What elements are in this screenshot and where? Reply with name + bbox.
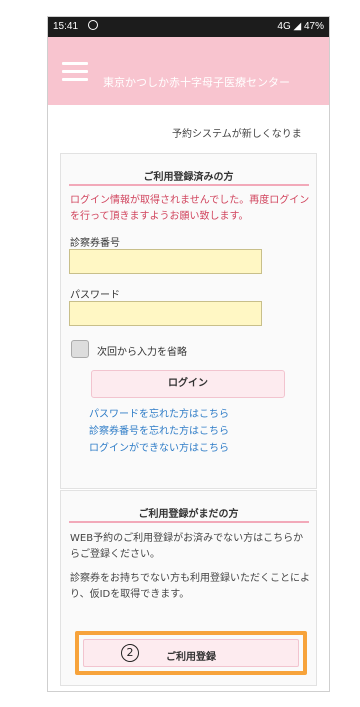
app-header: 東京かつしか赤十字母子医療センター — [48, 37, 329, 105]
login-card-title: ご利用登録済みの方 — [143, 172, 234, 183]
cannot-login-link[interactable]: ログインができない方はこちら — [89, 439, 229, 454]
status-time: 15:41 — [53, 21, 79, 32]
patient-id-label: 診察券番号 — [70, 238, 120, 249]
forgot-id-link[interactable]: 診察券番号を忘れた方はこちら — [89, 422, 229, 437]
menu-icon[interactable] — [62, 62, 88, 82]
login-button[interactable]: ログイン — [91, 370, 285, 398]
password-label: パスワード — [70, 290, 120, 301]
forgot-password-link[interactable]: パスワードを忘れた方はこちら — [89, 405, 229, 420]
site-title[interactable]: 東京かつしか赤十字母子医療センター — [103, 74, 290, 90]
register-card-title: ご利用登録がまだの方 — [138, 509, 239, 520]
sync-icon — [88, 20, 98, 30]
register-button[interactable]: 2 ご利用登録 — [83, 639, 299, 667]
remember-label[interactable]: 次回から入力を省略 — [97, 343, 187, 358]
register-card: ご利用登録がまだの方 WEB予約のご利用登録がお済みでない方はこちらからご登録く… — [60, 490, 317, 686]
status-indicators: 4G ◢ 47% — [277, 21, 324, 32]
highlight-frame: 2 ご利用登録 — [75, 631, 307, 675]
phone-screen: 15:41 4G ◢ 47% 東京かつしか赤十字母子医療センター 予約システムが… — [47, 16, 330, 692]
register-button-label[interactable]: ご利用登録 — [166, 648, 216, 663]
error-message: ログイン情報が取得されませんでした。再度ログインを行って頂きますようお願い致しま… — [70, 195, 310, 222]
title-divider — [69, 184, 309, 186]
password-input[interactable] — [69, 301, 262, 326]
patient-id-input[interactable] — [69, 249, 262, 274]
status-bar: 15:41 4G ◢ 47% — [48, 17, 329, 37]
register-info-text: WEB予約のご利用登録がお済みでない方はこちらからご登録ください。 — [70, 533, 304, 560]
step-marker: 2 — [121, 644, 139, 662]
temporary-id-text: 診察券をお持ちでない方も利用登録いただくことにより、仮IDを取得できます。 — [70, 573, 310, 600]
login-card: ご利用登録済みの方 ログイン情報が取得されませんでした。再度ログインを行って頂き… — [60, 153, 317, 489]
remember-checkbox[interactable] — [71, 340, 89, 358]
title-divider — [69, 521, 309, 523]
notice-text: 予約システムが新しくなりま — [172, 129, 302, 140]
